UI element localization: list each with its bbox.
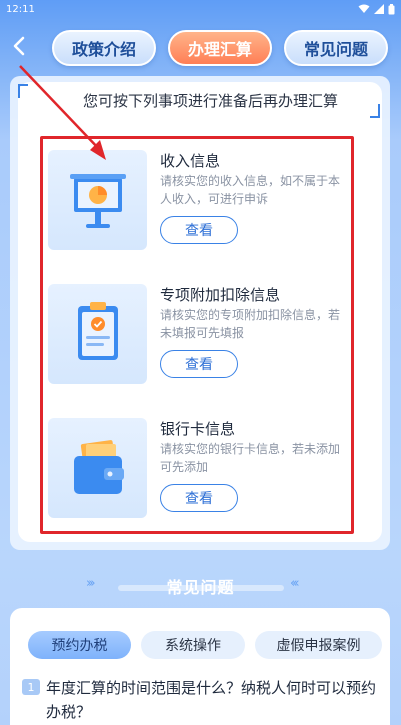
faq-tab-appointment[interactable]: 预约办税 (28, 631, 131, 659)
chevron-left-icon (13, 36, 25, 56)
question-text[interactable]: 年度汇算的时间范围是什么？纳税人何时可以预约办税？ (46, 676, 386, 724)
faq-heading: 常见问题 (166, 578, 235, 597)
wifi-icon (358, 4, 370, 13)
battery-icon (388, 3, 395, 14)
faq-tab-system-operation[interactable]: 系统操作 (141, 631, 245, 659)
status-bar: 12:11 (0, 0, 401, 18)
intro-text: 您可按下列事项进行准备后再办理汇算 (82, 92, 338, 110)
signal-icon (374, 4, 384, 14)
tab-faq[interactable]: 常见问题 (284, 30, 388, 66)
tab-policy-intro[interactable]: 政策介绍 (52, 30, 156, 66)
status-time: 12:11 (6, 3, 35, 15)
annotation-frame (40, 136, 354, 534)
tab-handle-settlement[interactable]: 办理汇算 (168, 30, 272, 66)
question-number: 1 (22, 679, 40, 695)
back-button[interactable] (8, 34, 30, 58)
faq-tab-false-declaration-cases[interactable]: 虚假申报案例 (255, 631, 382, 659)
status-icons (358, 3, 395, 15)
